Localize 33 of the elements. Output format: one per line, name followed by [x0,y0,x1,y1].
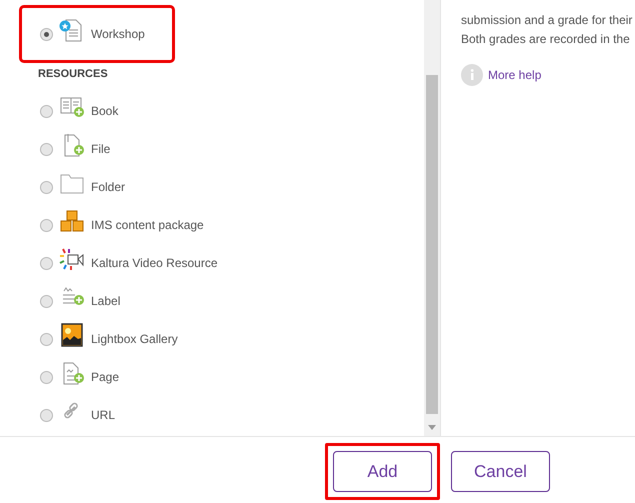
radio-button[interactable] [40,370,53,384]
radio-button[interactable] [40,332,53,346]
radio-button[interactable] [40,256,53,270]
section-heading: RESOURCES [38,67,109,82]
book-add-icon [59,95,85,119]
info-icon [461,64,483,86]
description-text: Both grades are recorded in the [461,31,631,48]
option-label: File [91,142,110,156]
option-label: Page [91,370,120,384]
radio-button[interactable] [40,142,53,156]
option-label: IMS content package [91,218,204,232]
boxes-icon [59,209,85,233]
option-label: Workshop [91,27,145,41]
option-label: Kaltura Video Resource [91,256,218,270]
more-help-link[interactable]: More help [488,68,542,82]
description-text: submission and a grade for their [461,12,634,29]
radio-button[interactable] [40,294,53,308]
option-label: URL [91,408,116,422]
option-label: Book [91,104,118,118]
radio-button[interactable] [40,180,53,194]
scroll-down-arrow-icon[interactable] [428,425,436,430]
scrollbar[interactable] [424,0,440,436]
option-label: Folder [91,180,126,194]
image-icon [59,323,85,347]
radio-button[interactable] [40,218,53,232]
add-button[interactable]: Add [333,451,432,492]
radio-button[interactable] [40,104,53,118]
radio-button[interactable] [40,28,53,40]
radio-button[interactable] [40,408,53,422]
video-camera-icon [59,247,85,271]
cancel-button[interactable]: Cancel [451,451,550,492]
option-label: Lightbox Gallery [91,332,178,346]
option-label: Label [91,294,120,308]
